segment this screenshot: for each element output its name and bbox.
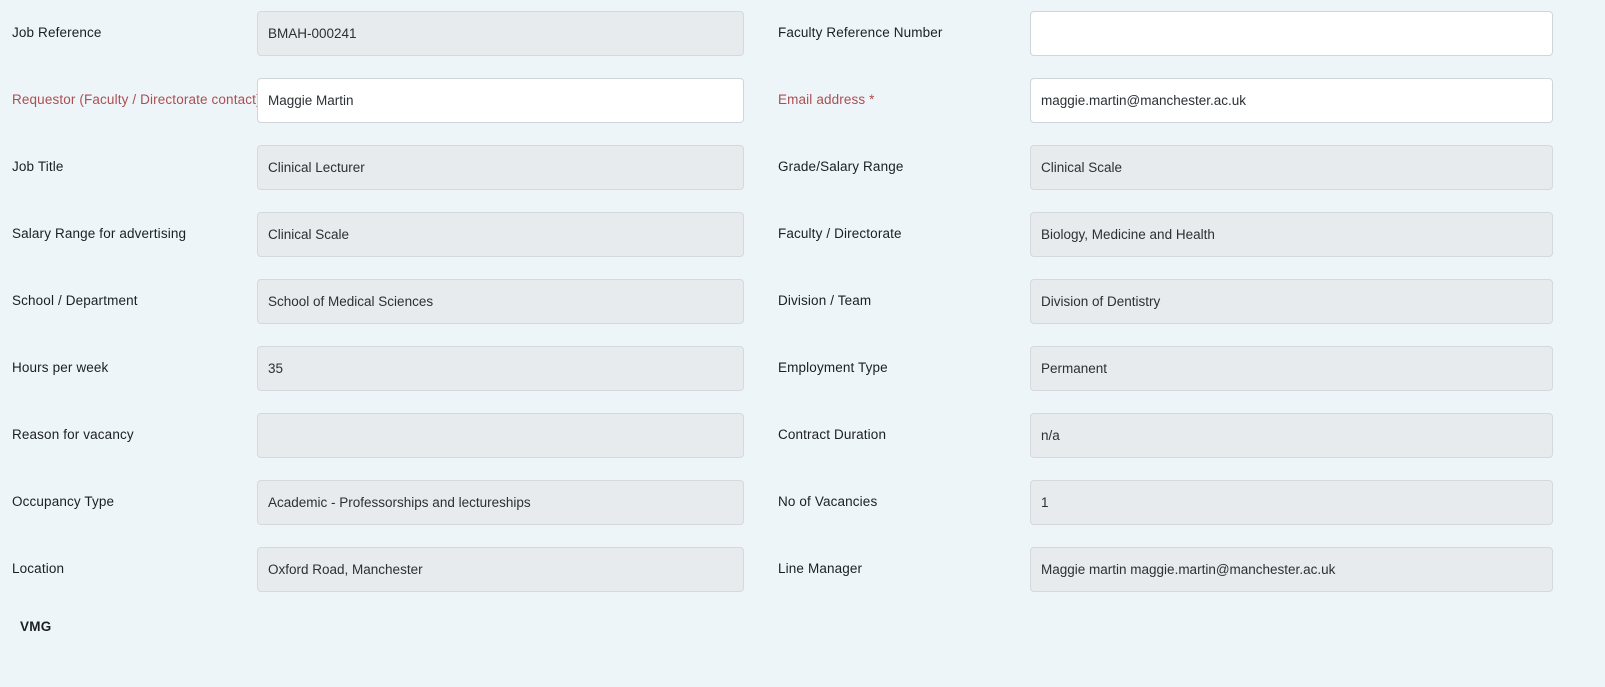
field-label: Requestor (Faculty / Directorate contact…	[12, 92, 270, 108]
table-row: Job Reference BMAH-000241 Faculty Refere…	[0, 0, 1605, 67]
job-requisition-form: Job Reference BMAH-000241 Faculty Refere…	[0, 0, 1605, 687]
vmg-section-heading: VMG	[20, 618, 52, 634]
field-label: Faculty / Directorate	[778, 226, 902, 242]
form-field-line-manager: Line Manager Maggie martin maggie.martin…	[770, 547, 1605, 592]
field-label: Job Reference	[12, 25, 102, 41]
occupancy-type-input[interactable]: Academic - Professorships and lectureshi…	[257, 480, 744, 525]
table-row: Occupancy Type Academic - Professorships…	[0, 469, 1605, 536]
form-field-requestor: Requestor (Faculty / Directorate contact…	[0, 78, 770, 123]
form-field-contract-duration: Contract Duration n/a	[770, 413, 1605, 458]
form-field-email-address: Email address * maggie.martin@manchester…	[770, 78, 1605, 123]
field-value: maggie.martin@manchester.ac.uk	[1041, 92, 1247, 108]
form-field-occupancy-type: Occupancy Type Academic - Professorships…	[0, 480, 770, 525]
field-label: Location	[12, 561, 65, 577]
field-value: Division of Dentistry	[1041, 293, 1161, 309]
field-value: 1	[1041, 494, 1049, 510]
school-department-input[interactable]: School of Medical Sciences	[257, 279, 744, 324]
form-field-hours-per-week: Hours per week 35	[0, 346, 770, 391]
field-label: Grade/Salary Range	[778, 159, 904, 175]
form-field-location: Location Oxford Road, Manchester	[0, 547, 770, 592]
field-value: 35	[268, 360, 284, 376]
field-label: Email address *	[778, 92, 875, 108]
field-value: Academic - Professorships and lectureshi…	[268, 494, 531, 510]
line-manager-input[interactable]: Maggie martin maggie.martin@manchester.a…	[1030, 547, 1553, 592]
contract-duration-input[interactable]: n/a	[1030, 413, 1553, 458]
division-team-input[interactable]: Division of Dentistry	[1030, 279, 1553, 324]
hours-per-week-input[interactable]: 35	[257, 346, 744, 391]
email-address-input[interactable]: maggie.martin@manchester.ac.uk	[1030, 78, 1553, 123]
field-label: No of Vacancies	[778, 494, 878, 510]
form-field-grid: Job Reference BMAH-000241 Faculty Refere…	[0, 0, 1605, 649]
table-row: Hours per week 35 Employment Type Perman…	[0, 335, 1605, 402]
field-value: Maggie Martin	[268, 92, 354, 108]
no-of-vacancies-input[interactable]: 1	[1030, 480, 1553, 525]
reason-for-vacancy-input[interactable]	[257, 413, 744, 458]
field-label: Occupancy Type	[12, 494, 115, 510]
field-value: Oxford Road, Manchester	[268, 561, 423, 577]
job-reference-input[interactable]: BMAH-000241	[257, 11, 744, 56]
form-field-reason-for-vacancy: Reason for vacancy	[0, 413, 770, 458]
form-field-no-of-vacancies: No of Vacancies 1	[770, 480, 1605, 525]
table-row: Location Oxford Road, Manchester Line Ma…	[0, 536, 1605, 603]
faculty-directorate-input[interactable]: Biology, Medicine and Health	[1030, 212, 1553, 257]
field-value: Clinical Scale	[1041, 159, 1123, 175]
form-field-division-team: Division / Team Division of Dentistry	[770, 279, 1605, 324]
field-label: Salary Range for advertising	[12, 226, 187, 242]
form-field-grade-salary-range: Grade/Salary Range Clinical Scale	[770, 145, 1605, 190]
form-field-job-title: Job Title Clinical Lecturer	[0, 145, 770, 190]
requestor-input[interactable]: Maggie Martin	[257, 78, 744, 123]
field-label: Hours per week	[12, 360, 109, 376]
table-row: Reason for vacancy Contract Duration n/a	[0, 402, 1605, 469]
field-label: Division / Team	[778, 293, 872, 309]
field-label: Job Title	[12, 159, 64, 175]
field-label: Employment Type	[778, 360, 888, 376]
job-title-input[interactable]: Clinical Lecturer	[257, 145, 744, 190]
form-field-employment-type: Employment Type Permanent	[770, 346, 1605, 391]
employment-type-input[interactable]: Permanent	[1030, 346, 1553, 391]
field-value: n/a	[1041, 427, 1060, 443]
grade-salary-range-input[interactable]: Clinical Scale	[1030, 145, 1553, 190]
faculty-reference-number-input[interactable]	[1030, 11, 1553, 56]
field-value: Biology, Medicine and Health	[1041, 226, 1215, 242]
table-row: Requestor (Faculty / Directorate contact…	[0, 67, 1605, 134]
field-value: Permanent	[1041, 360, 1108, 376]
table-row: Job Title Clinical Lecturer Grade/Salary…	[0, 134, 1605, 201]
field-value: School of Medical Sciences	[268, 293, 434, 309]
field-label: Faculty Reference Number	[778, 25, 943, 41]
field-label: Contract Duration	[778, 427, 887, 443]
field-label: Line Manager	[778, 561, 863, 577]
field-label: Reason for vacancy	[12, 427, 134, 443]
form-field-job-reference: Job Reference BMAH-000241	[0, 11, 770, 56]
form-field-salary-range-for-advertising: Salary Range for advertising Clinical Sc…	[0, 212, 770, 257]
form-field-faculty-reference-number: Faculty Reference Number	[770, 11, 1605, 56]
field-value: BMAH-000241	[268, 25, 357, 41]
table-row: Salary Range for advertising Clinical Sc…	[0, 201, 1605, 268]
field-value: Clinical Scale	[268, 226, 350, 242]
location-input[interactable]: Oxford Road, Manchester	[257, 547, 744, 592]
form-field-faculty-directorate: Faculty / Directorate Biology, Medicine …	[770, 212, 1605, 257]
vmg-section: VMG	[0, 603, 1605, 649]
salary-range-for-advertising-input[interactable]: Clinical Scale	[257, 212, 744, 257]
table-row: School / Department School of Medical Sc…	[0, 268, 1605, 335]
field-value: Clinical Lecturer	[268, 159, 365, 175]
form-field-school-department: School / Department School of Medical Sc…	[0, 279, 770, 324]
field-label: School / Department	[12, 293, 138, 309]
field-value: Maggie martin maggie.martin@manchester.a…	[1041, 561, 1336, 577]
